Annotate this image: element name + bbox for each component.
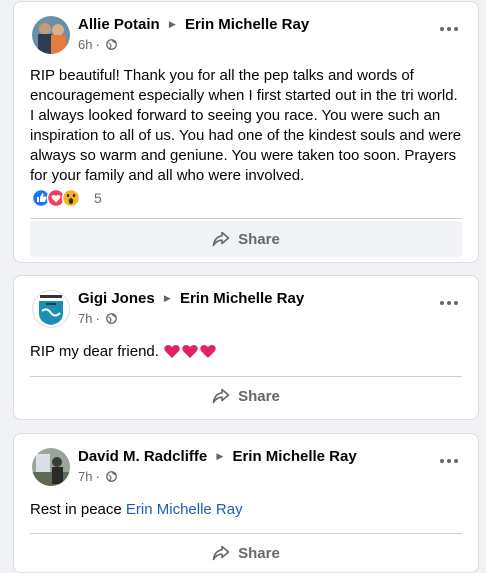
post-header: Gigi Jones ▶ Erin Michelle Ray [78,290,304,307]
post-header: David M. Radcliffe ▶ Erin Michelle Ray [78,448,357,465]
post-text: RIP beautiful! Thank you for all the pep… [30,67,462,184]
post-card: David M. Radcliffe ▶ Erin Michelle Ray 7… [13,433,479,573]
share-label: Share [238,387,280,405]
divider [30,218,462,219]
globe-icon [106,39,118,50]
target-name[interactable]: Erin Michelle Ray [180,290,304,307]
timestamp[interactable]: 6h [78,37,92,52]
more-options-icon[interactable] [436,22,464,36]
globe-icon [106,313,118,324]
post-meta: 7h · [78,311,118,326]
author-name[interactable]: Allie Potain [78,16,160,33]
timestamp[interactable]: 7h [78,311,92,326]
share-button[interactable]: Share [30,535,462,571]
avatar[interactable] [32,16,70,54]
share-button[interactable]: Share [30,378,462,414]
post-card: Allie Potain ▶ Erin Michelle Ray 6h · RIP… [13,1,479,263]
heart-emoji-group [164,344,216,358]
divider [30,376,462,377]
globe-icon [106,471,118,482]
triangle-right-icon: ▶ [216,451,224,461]
triangle-right-icon: ▶ [163,293,171,303]
wow-icon [61,188,81,208]
share-icon [212,231,230,247]
more-options-icon[interactable] [436,454,464,468]
share-label: Share [238,230,280,248]
post-header: Allie Potain ▶ Erin Michelle Ray [78,16,309,33]
post-card: Gigi Jones ▶ Erin Michelle Ray 7h · RIP m… [13,275,479,420]
post-text: Rest in peace [30,501,122,518]
heart-icon [164,344,180,358]
heart-icon [182,344,198,358]
share-icon [212,388,230,404]
author-name[interactable]: Gigi Jones [78,290,155,307]
post-meta: 7h · [78,469,118,484]
timestamp[interactable]: 7h [78,469,92,484]
divider [30,533,462,534]
mention-link[interactable]: Erin Michelle Ray [126,501,243,518]
separator: · [95,311,100,326]
post-text-block: Rest in peace Erin Michelle Ray [30,500,462,520]
separator: · [95,37,100,52]
more-options-icon[interactable] [436,296,464,310]
share-button[interactable]: Share [30,221,462,257]
reaction-count[interactable]: 5 [94,190,102,206]
post-meta: 6h · [78,37,118,52]
target-name[interactable]: Erin Michelle Ray [185,16,309,33]
reaction-icons[interactable] [31,188,92,213]
avatar[interactable] [32,290,70,328]
author-name[interactable]: David M. Radcliffe [78,448,207,465]
target-name[interactable]: Erin Michelle Ray [232,448,356,465]
avatar[interactable] [32,448,70,486]
heart-icon [200,344,216,358]
post-text: RIP my dear friend. [30,343,159,360]
triangle-right-icon: ▶ [168,19,176,29]
separator: · [95,469,100,484]
post-text-block: RIP my dear friend. [30,342,462,362]
